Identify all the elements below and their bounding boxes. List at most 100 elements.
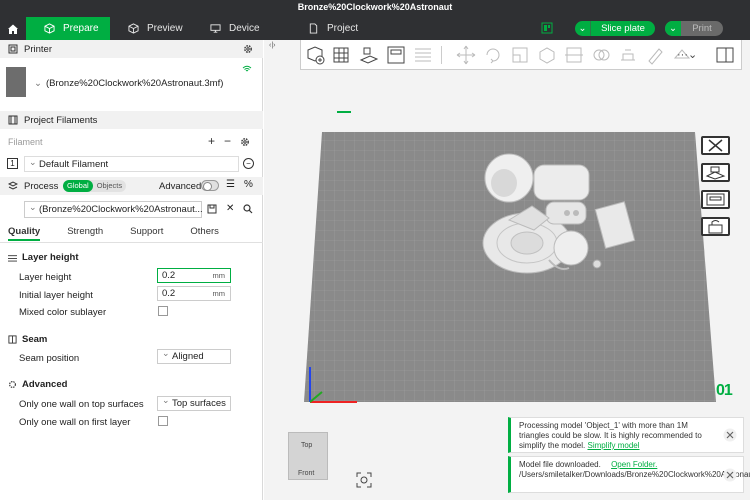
document-icon: [309, 23, 318, 34]
filament-spool-icon: [8, 115, 18, 125]
more-tools-icon[interactable]: ···⌄: [677, 48, 699, 70]
scale-icon[interactable]: [509, 44, 531, 66]
initial-layer-height-value: 0.2: [162, 288, 176, 299]
one-wall-first-layer-checkbox[interactable]: [158, 416, 168, 426]
tab-quality[interactable]: Quality: [8, 226, 41, 241]
cube-icon: [44, 23, 55, 34]
close-icon[interactable]: [723, 428, 737, 442]
delete-plate-button[interactable]: [701, 136, 730, 155]
tab-preview[interactable]: Preview: [128, 17, 183, 40]
close-icon: [708, 139, 723, 152]
home-icon: [8, 24, 18, 34]
search-icon[interactable]: [243, 204, 253, 214]
plate-view-icon[interactable]: [541, 22, 553, 34]
filaments-header-label: Project Filaments: [24, 114, 98, 126]
auto-orient-icon[interactable]: [358, 44, 380, 66]
seam-icon: [8, 335, 17, 344]
advanced-group-title: Advanced: [8, 379, 67, 390]
close-icon[interactable]: ✕: [226, 204, 234, 214]
cut-icon[interactable]: [563, 44, 585, 66]
toolbar-divider: [441, 46, 442, 64]
orient-plate-button[interactable]: [701, 163, 730, 182]
lock-plate-button[interactable]: [701, 217, 730, 236]
open-folder-link[interactable]: Open Folder.: [611, 460, 657, 469]
gear-icon[interactable]: [240, 137, 250, 147]
tab-project[interactable]: Project: [308, 17, 358, 40]
layer-height-unit: mm: [212, 271, 226, 280]
mixed-color-sublayer-checkbox[interactable]: [158, 306, 168, 316]
printer-selector[interactable]: (Bronze%20Clockwork%20Astronaut.3mf): [34, 78, 223, 89]
notification-text: Model file downloaded.: [519, 460, 601, 469]
advanced-toggle[interactable]: [201, 180, 219, 191]
add-filament-icon[interactable]: +: [208, 134, 215, 148]
filament-selector[interactable]: Default Filament: [24, 156, 239, 172]
remove-filament-button[interactable]: −: [243, 158, 254, 169]
chevron-down-icon[interactable]: ⌄: [575, 21, 591, 36]
zoom-to-fit-icon[interactable]: [356, 472, 372, 488]
layers-icon: [8, 255, 17, 262]
chevron-down-icon[interactable]: ⌄: [665, 21, 681, 36]
plate-number: 01: [716, 382, 733, 399]
filaments-section-header: Project Filaments: [0, 111, 263, 129]
seam-painting-icon[interactable]: [644, 44, 666, 66]
move-icon[interactable]: [455, 44, 477, 66]
add-object-icon[interactable]: [304, 44, 326, 66]
save-icon[interactable]: [207, 204, 217, 214]
global-mode-button[interactable]: Global: [63, 180, 93, 192]
layer-height-input[interactable]: 0.2 mm: [157, 268, 231, 283]
tab-device[interactable]: Device: [210, 17, 260, 40]
objects-mode-button[interactable]: Objects: [93, 180, 126, 192]
one-wall-top-select[interactable]: Top surfaces: [157, 395, 231, 411]
home-button[interactable]: [0, 17, 26, 40]
printer-thumbnail[interactable]: [6, 67, 26, 97]
process-icon: [8, 181, 18, 190]
advanced-gear-icon: [9, 381, 16, 388]
print-button[interactable]: ⌄ Print: [665, 21, 723, 36]
initial-layer-height-unit: mm: [212, 289, 226, 298]
view-cube-front[interactable]: Front: [298, 470, 314, 477]
downloaded-file-path: /Users/smiletalker/Downloads/Bronze%20Cl…: [519, 470, 750, 479]
tab-prepare[interactable]: Prepare: [26, 17, 110, 40]
close-icon[interactable]: [723, 468, 737, 482]
rotate-icon[interactable]: [482, 44, 504, 66]
divider: [0, 242, 263, 243]
arrange-plate-button[interactable]: [701, 190, 730, 209]
percent-icon[interactable]: %: [244, 179, 253, 190]
one-wall-first-layer-label: Only one wall on first layer: [19, 417, 131, 428]
view-cube-top[interactable]: Top: [301, 442, 312, 449]
process-mode-switch[interactable]: Global Objects: [63, 180, 127, 192]
slice-plate-button[interactable]: ⌄ Slice plate: [575, 21, 655, 36]
download-notification: Model file downloaded. Open Folder. /Use…: [508, 456, 750, 493]
seam-group-title: Seam: [8, 334, 47, 345]
gear-icon[interactable]: [243, 44, 253, 54]
title-bar: Bronze%20Clockwork%20Astronaut Prepare P…: [0, 0, 750, 40]
seam-position-select[interactable]: Aligned: [157, 348, 231, 364]
window-title: Bronze%20Clockwork%20Astronaut: [297, 2, 453, 12]
tab-device-label: Device: [229, 23, 260, 34]
settings-sidebar: Printer (Bronze%20Clockwork%20Astronaut.…: [0, 40, 263, 500]
tab-strength[interactable]: Strength: [67, 226, 103, 241]
remove-filament-icon[interactable]: −: [224, 134, 231, 148]
seam-group-label: Seam: [22, 334, 48, 345]
tab-support[interactable]: Support: [130, 226, 163, 241]
initial-layer-height-input[interactable]: 0.2 mm: [157, 286, 231, 301]
arrange-icon[interactable]: [385, 44, 407, 66]
support-painting-icon[interactable]: [617, 44, 639, 66]
tab-others[interactable]: Others: [190, 226, 219, 241]
lock-icon: [708, 220, 723, 234]
filament-label: Filament: [8, 137, 43, 147]
mixed-color-sublayer-label: Mixed color sublayer: [19, 307, 107, 318]
mesh-boolean-icon[interactable]: [590, 44, 612, 66]
list-icon[interactable]: ☰: [226, 179, 235, 190]
split-plates-icon[interactable]: [412, 44, 434, 66]
lay-on-face-icon[interactable]: [536, 44, 558, 66]
layout-toggle-icon[interactable]: [714, 44, 736, 66]
view-cube[interactable]: Top Front: [288, 432, 328, 480]
model-toolbar: ···⌄: [300, 40, 742, 70]
process-profile-selector[interactable]: (Bronze%20Clockwork%20Astronaut...: [24, 201, 203, 218]
process-tabs: Quality Strength Support Others: [8, 226, 246, 241]
monitor-icon: [210, 24, 221, 33]
add-plate-icon[interactable]: [331, 44, 353, 66]
collapse-sidebar-icon[interactable]: ‹|›: [269, 42, 275, 49]
simplify-model-link[interactable]: Simplify model: [587, 441, 639, 450]
